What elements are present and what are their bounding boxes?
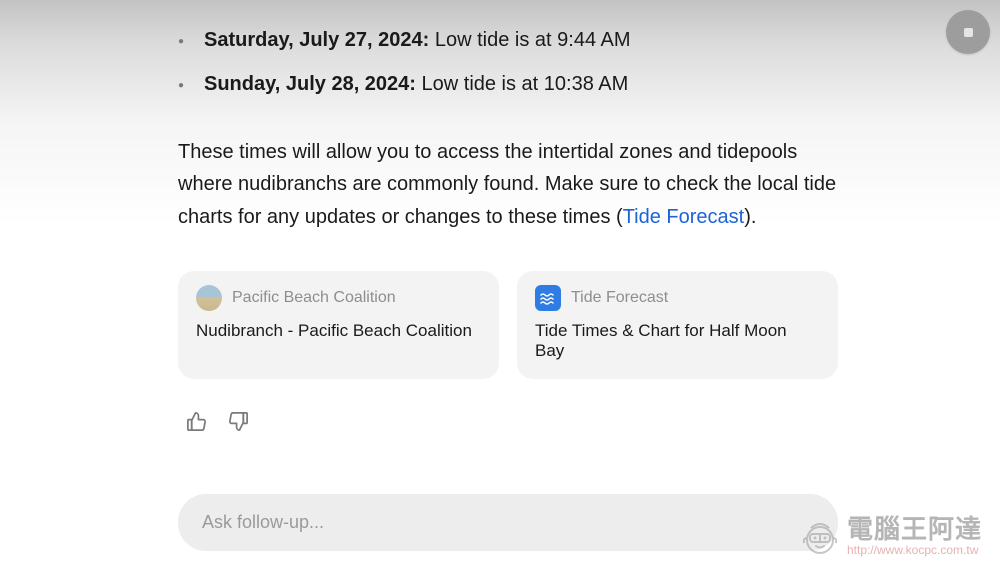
watermark-url: http://www.kocpc.com.tw (847, 544, 982, 556)
thumbs-up-button[interactable] (182, 407, 210, 435)
description-paragraph: These times will allow you to access the… (178, 136, 838, 233)
watermark-cn: 電腦王阿達 (847, 516, 982, 542)
ref-head: Tide Forecast (535, 285, 820, 311)
bullet-icon: ● (178, 78, 204, 93)
followup-input[interactable] (202, 512, 814, 533)
tide-text: Low tide is at 9:44 AM (429, 29, 630, 51)
tide-text: Low tide is at 10:38 AM (416, 73, 628, 95)
bullet-icon: ● (178, 34, 204, 49)
feedback-row (178, 407, 838, 435)
ref-source: Pacific Beach Coalition (232, 289, 396, 307)
ref-title: Tide Times & Chart for Half Moon Bay (535, 321, 820, 361)
list-item: ● Sunday, July 28, 2024: Low tide is at … (178, 62, 838, 106)
tide-forecast-link[interactable]: Tide Forecast (623, 206, 745, 228)
dot-icon (964, 28, 973, 37)
ref-title: Nudibranch - Pacific Beach Coalition (196, 321, 481, 341)
reference-card-beach[interactable]: Pacific Beach Coalition Nudibranch - Pac… (178, 271, 499, 379)
ref-source: Tide Forecast (571, 289, 668, 307)
ref-head: Pacific Beach Coalition (196, 285, 481, 311)
chat-response: ● Saturday, July 27, 2024: Low tide is a… (178, 18, 838, 445)
followup-input-container[interactable] (178, 494, 838, 551)
list-item-text: Sunday, July 28, 2024: Low tide is at 10… (204, 69, 628, 99)
thumbs-up-icon (185, 410, 208, 433)
top-circle-button[interactable] (946, 10, 990, 54)
thumbs-down-icon (227, 410, 250, 433)
list-item: ● Saturday, July 27, 2024: Low tide is a… (178, 18, 838, 62)
date-bold: Sunday, July 28, 2024: (204, 73, 416, 95)
tide-icon (535, 285, 561, 311)
reference-card-tide[interactable]: Tide Forecast Tide Times & Chart for Hal… (517, 271, 838, 379)
list-item-text: Saturday, July 27, 2024: Low tide is at … (204, 25, 631, 55)
desc-post: ). (744, 206, 756, 228)
watermark-text: 電腦王阿達 http://www.kocpc.com.tw (847, 516, 982, 556)
beach-icon (196, 285, 222, 311)
reference-cards: Pacific Beach Coalition Nudibranch - Pac… (178, 271, 838, 379)
date-bold: Saturday, July 27, 2024: (204, 29, 429, 51)
tide-list: ● Saturday, July 27, 2024: Low tide is a… (178, 18, 838, 106)
thumbs-down-button[interactable] (224, 407, 252, 435)
